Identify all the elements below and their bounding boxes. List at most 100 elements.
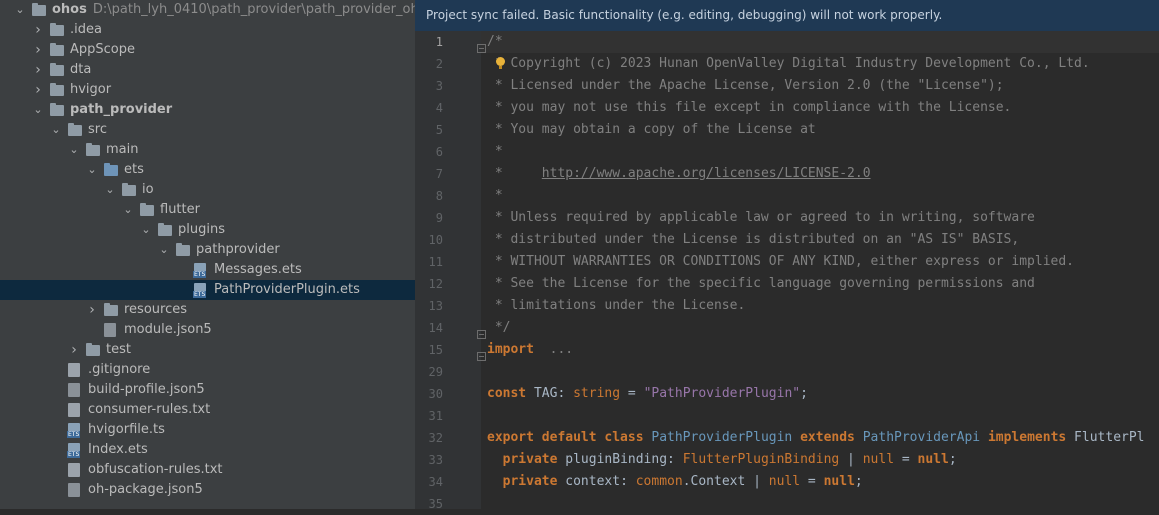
chevron-down-icon[interactable]: ⌄ (122, 200, 134, 220)
code-line: export default class PathProviderPlugin … (487, 427, 1145, 449)
tree-item-label: module.json5 (124, 320, 212, 340)
tree-item[interactable]: hvigorfile.ts (0, 420, 415, 440)
tree-item-label: oh-package.json5 (88, 480, 203, 500)
code-line: import ... (487, 339, 573, 361)
folder-icon (140, 203, 154, 216)
chevron-down-icon[interactable]: ⌄ (104, 180, 116, 200)
tree-item[interactable]: ⌄ plugins (0, 220, 415, 240)
tree-item-name: plugins (178, 222, 225, 237)
folder-icon (50, 23, 64, 36)
code-line: private context: common.Context | null =… (487, 471, 863, 493)
code-line: const TAG: string = "PathProviderPlugin"… (487, 383, 808, 405)
code-token: null (862, 452, 895, 467)
tree-item[interactable]: › AppScope (0, 40, 415, 60)
ets-file-icon (193, 283, 207, 298)
chevron-down-icon[interactable]: ⌄ (140, 220, 152, 240)
tree-item-label: ohos D:\path_lyh_0410\path_provider\path_… (52, 0, 415, 20)
tree-item[interactable]: Index.ets (0, 440, 415, 460)
tree-item-name: AppScope (70, 42, 135, 57)
code-link[interactable]: http://www.apache.org/licenses/LICENSE-2… (542, 166, 871, 181)
code-token: context: (557, 474, 636, 489)
lightbulb-icon[interactable] (496, 57, 505, 69)
code-token: private (502, 474, 558, 489)
tree-item[interactable]: › test (0, 340, 415, 360)
chevron-down-icon[interactable]: ⌄ (68, 140, 80, 160)
line-number: 30 (428, 387, 443, 401)
line-number: 5 (435, 123, 443, 137)
tree-item[interactable]: ⌄ main (0, 140, 415, 160)
chevron-right-icon[interactable]: › (32, 20, 44, 40)
code-token: null (768, 474, 801, 489)
tree-item[interactable]: .gitignore (0, 360, 415, 380)
code-token: private (502, 452, 558, 467)
chevron-down-icon[interactable]: ⌄ (50, 120, 62, 140)
config-file-icon (68, 483, 80, 497)
fold-marker-icon[interactable] (477, 346, 486, 361)
fold-marker-icon[interactable] (477, 38, 486, 53)
folder-icon (104, 303, 118, 316)
code-token: * distributed under the License is distr… (487, 232, 1020, 247)
tree-item-label: consumer-rules.txt (88, 400, 210, 420)
folder-icon (50, 43, 64, 56)
chevron-right-icon[interactable]: › (32, 60, 44, 80)
tree-item-name: consumer-rules.txt (88, 402, 211, 417)
ets-file-icon (193, 263, 207, 278)
tree-item[interactable]: ⌄ path_provider (0, 100, 415, 120)
tree-item[interactable]: Messages.ets (0, 260, 415, 280)
ets-file-icon (67, 423, 81, 438)
tree-item-label: build-profile.json5 (88, 380, 205, 400)
tree-item[interactable]: › dta (0, 60, 415, 80)
chevron-down-icon[interactable]: ⌄ (158, 240, 170, 260)
code-area[interactable]: /* * Copyright (c) 2023 Hunan OpenValley… (481, 31, 1159, 509)
code-token: * WITHOUT WARRANTIES OR CONDITIONS OF AN… (487, 254, 1074, 269)
tree-item[interactable]: ⌄ ets (0, 160, 415, 180)
code-token: common (635, 474, 683, 489)
chevron-down-icon[interactable]: ⌄ (32, 100, 44, 120)
fold-marker-icon[interactable] (477, 324, 486, 339)
code-token: export default class (487, 430, 644, 445)
code-line: /* (487, 31, 503, 53)
code-token: * You may obtain a copy of the License a… (487, 122, 816, 137)
tree-item-name: flutter (160, 202, 200, 217)
code-line: * Unless required by applicable law or a… (487, 207, 1035, 229)
tree-item[interactable]: consumer-rules.txt (0, 400, 415, 420)
code-line: * Licensed under the Apache License, Ver… (487, 75, 1004, 97)
tree-item[interactable]: ⌄ ohos D:\path_lyh_0410\path_provider\path… (0, 0, 415, 20)
chevron-down-icon[interactable]: ⌄ (14, 0, 26, 20)
chevron-right-icon[interactable]: › (86, 300, 98, 320)
tree-item-label: AppScope (70, 40, 135, 60)
tree-item[interactable]: › hvigor (0, 80, 415, 100)
tree-item-label: PathProviderPlugin.ets (214, 280, 360, 300)
code-token: "PathProviderPlugin" (643, 386, 801, 401)
tree-item[interactable]: obfuscation-rules.txt (0, 460, 415, 480)
ets-file-icon (67, 443, 81, 458)
tree-item[interactable]: ⌄ src (0, 120, 415, 140)
line-number: 11 (428, 255, 443, 269)
code-line: * Copyright (c) 2023 Hunan OpenValley Di… (487, 53, 1090, 75)
tree-item-name: obfuscation-rules.txt (88, 462, 223, 477)
tree-item-name: Index.ets (88, 442, 148, 457)
tree-item-name: ohos (52, 2, 87, 17)
tree-item[interactable]: PathProviderPlugin.ets (0, 280, 415, 300)
tree-item[interactable]: ⌄ pathprovider (0, 240, 415, 260)
tree-item-name: io (142, 182, 154, 197)
code-line: */ (487, 317, 511, 339)
tree-item[interactable]: build-profile.json5 (0, 380, 415, 400)
code-token: import (487, 342, 534, 357)
line-number: 8 (435, 189, 443, 203)
tree-item[interactable]: › resources (0, 300, 415, 320)
tree-item[interactable]: ⌄ flutter (0, 200, 415, 220)
chevron-right-icon[interactable]: › (32, 40, 44, 60)
line-number: 32 (428, 431, 443, 445)
tree-item[interactable]: oh-package.json5 (0, 480, 415, 500)
tree-item[interactable]: › .idea (0, 20, 415, 40)
tree-item[interactable]: module.json5 (0, 320, 415, 340)
tree-item-name: resources (124, 302, 188, 317)
chevron-down-icon[interactable]: ⌄ (86, 160, 98, 180)
code-token: FlutterPluginBinding (682, 452, 840, 467)
tree-item[interactable]: ⌄ io (0, 180, 415, 200)
chevron-right-icon[interactable]: › (68, 340, 80, 360)
chevron-right-icon[interactable]: › (32, 80, 44, 100)
sync-failed-banner: Project sync failed. Basic functionality… (415, 0, 1159, 31)
